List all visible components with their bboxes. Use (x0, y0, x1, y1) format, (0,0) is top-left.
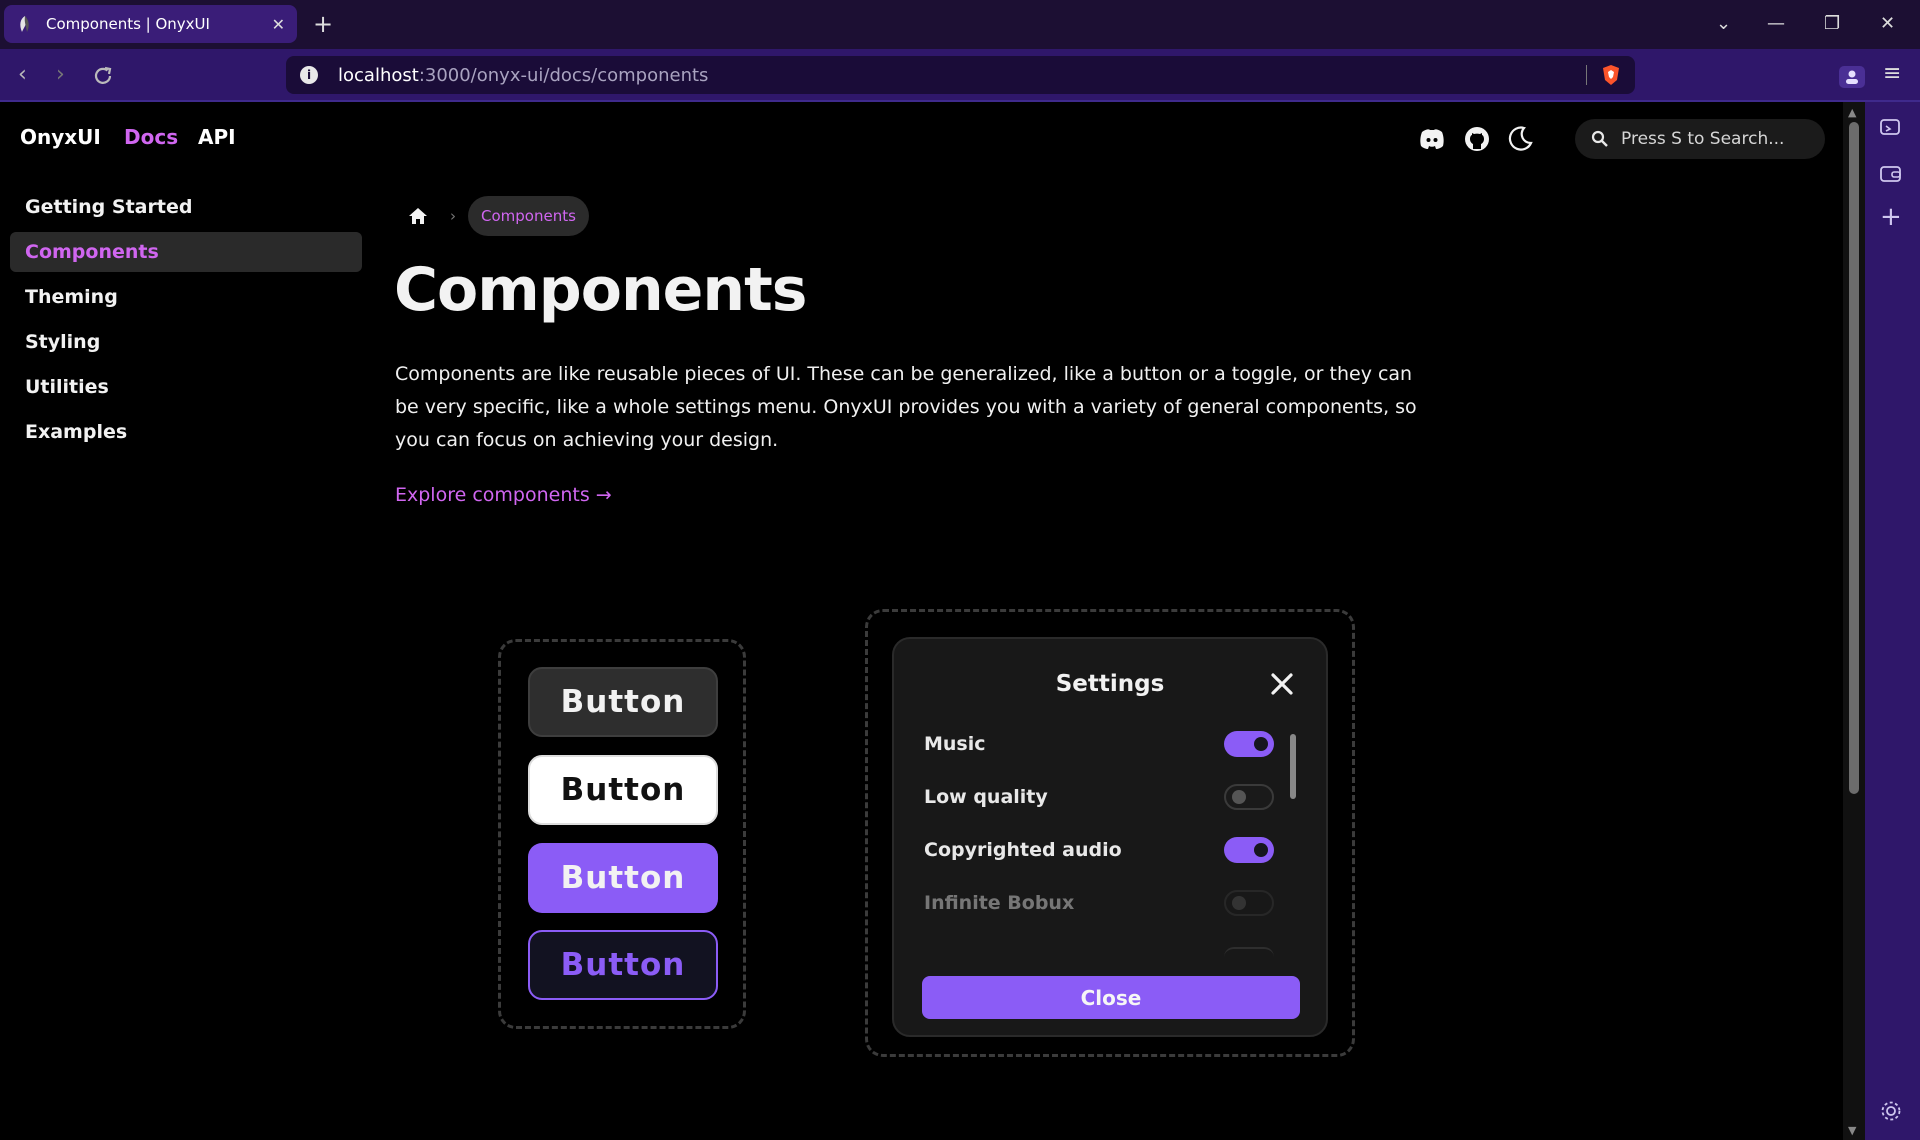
modal-close-icon[interactable] (1267, 669, 1297, 699)
settings-close-button[interactable]: Close (922, 976, 1300, 1019)
url-path: :3000/onyx-ui/docs/components (418, 64, 709, 86)
browser-sidebar: + (1865, 102, 1920, 1140)
setting-row-infinite-bobux: Infinite Bobux (924, 888, 1274, 918)
page-scrollbar[interactable]: ▲ ▼ (1843, 102, 1865, 1140)
home-icon[interactable] (408, 206, 428, 226)
new-tab-icon[interactable]: + (313, 10, 333, 38)
site-brand[interactable]: OnyxUI (20, 125, 101, 149)
discord-icon[interactable] (1418, 125, 1446, 153)
setting-label: Music (924, 733, 986, 755)
address-bar[interactable]: i localhost:3000/onyx-ui/docs/components (286, 56, 1635, 94)
setting-label: Low quality (924, 786, 1048, 808)
theme-toggle-moon-icon[interactable] (1506, 125, 1534, 153)
setting-row-music: Music (924, 729, 1274, 759)
search-icon (1591, 130, 1608, 147)
window-close-icon[interactable]: ✕ (1880, 10, 1895, 38)
settings-scrollbar-thumb[interactable] (1290, 734, 1296, 799)
setting-row-low-quality: Low quality (924, 782, 1274, 812)
browser-tab[interactable]: Components | OnyxUI ✕ (4, 5, 297, 43)
toggle-knob (1254, 737, 1268, 751)
low-quality-toggle[interactable] (1224, 784, 1274, 810)
tab-close-icon[interactable]: ✕ (272, 15, 285, 34)
chevron-right-icon: › (450, 207, 456, 225)
toggle-knob (1232, 790, 1246, 804)
minimize-icon[interactable]: — (1767, 10, 1785, 38)
sidebar-settings-icon[interactable] (1880, 1100, 1902, 1122)
explore-components-link[interactable]: Explore components → (395, 484, 612, 506)
search-placeholder: Press S to Search... (1621, 129, 1785, 149)
demo-button-outline[interactable]: Button (528, 930, 718, 1000)
sidebar-item-theming[interactable]: Theming (10, 277, 362, 317)
nav-api[interactable]: API (198, 125, 236, 149)
toggle-knob (1254, 843, 1268, 857)
page-title: Components (394, 255, 807, 325)
sidebar-item-utilities[interactable]: Utilities (10, 367, 362, 407)
settings-modal: Settings Music Low quality Copyrighted a… (892, 637, 1328, 1037)
back-icon[interactable]: ‹ (18, 62, 27, 88)
brave-shield-icon[interactable] (1601, 64, 1621, 86)
leo-ai-icon[interactable] (1880, 118, 1902, 138)
restore-icon[interactable]: ❐ (1824, 10, 1840, 38)
sidebar-item-components[interactable]: Components (10, 232, 362, 272)
nav-docs[interactable]: Docs (124, 125, 178, 149)
sidebar-item-examples[interactable]: Examples (10, 412, 362, 452)
demo-button-secondary[interactable]: Button (528, 667, 718, 737)
forward-icon[interactable]: › (56, 62, 65, 88)
url-divider (1586, 65, 1587, 85)
scrollbar-thumb[interactable] (1849, 122, 1859, 794)
docs-sidebar: Getting Started Components Theming Styli… (10, 187, 362, 457)
url-host: localhost (338, 64, 419, 86)
sidebar-item-getting-started[interactable]: Getting Started (10, 187, 362, 227)
tab-title: Components | OnyxUI (46, 15, 210, 33)
scroll-up-icon[interactable]: ▲ (1848, 106, 1856, 119)
browser-toolbar: ‹ › i localhost:3000/onyx-ui/docs/compon… (0, 49, 1920, 102)
search-input[interactable]: Press S to Search... (1575, 119, 1825, 159)
wallet-icon[interactable] (1880, 164, 1902, 184)
toggle-knob (1232, 896, 1246, 910)
infinite-bobux-toggle[interactable] (1224, 890, 1274, 916)
demo-button-light[interactable]: Button (528, 755, 718, 825)
intro-paragraph: Components are like reusable pieces of U… (395, 363, 1417, 451)
next-toggle-partial (1224, 947, 1274, 957)
menu-hamburger-icon[interactable]: ≡ (1883, 61, 1901, 86)
settings-title: Settings (1055, 671, 1165, 697)
wallet-profile-icon[interactable] (1837, 65, 1867, 89)
setting-label: Copyrighted audio (924, 839, 1122, 861)
add-sidebar-item-icon[interactable]: + (1880, 202, 1902, 232)
breadcrumb: › Components (408, 196, 589, 236)
reload-icon[interactable] (92, 65, 114, 87)
music-toggle[interactable] (1224, 731, 1274, 757)
breadcrumb-current[interactable]: Components (468, 196, 589, 236)
sidebar-item-styling[interactable]: Styling (10, 322, 362, 362)
scroll-down-icon[interactable]: ▼ (1848, 1124, 1856, 1137)
onyx-favicon-icon (20, 16, 29, 32)
copyrighted-audio-toggle[interactable] (1224, 837, 1274, 863)
setting-label: Infinite Bobux (924, 892, 1075, 914)
site-info-icon[interactable]: i (300, 66, 318, 84)
demo-button-primary[interactable]: Button (528, 843, 718, 913)
github-icon[interactable] (1463, 125, 1491, 153)
browser-tab-strip: Components | OnyxUI ✕ + ⌄ — ❐ ✕ (0, 0, 1920, 49)
setting-row-copyrighted-audio: Copyrighted audio (924, 835, 1274, 865)
tab-search-chevron-icon[interactable]: ⌄ (1716, 10, 1731, 38)
